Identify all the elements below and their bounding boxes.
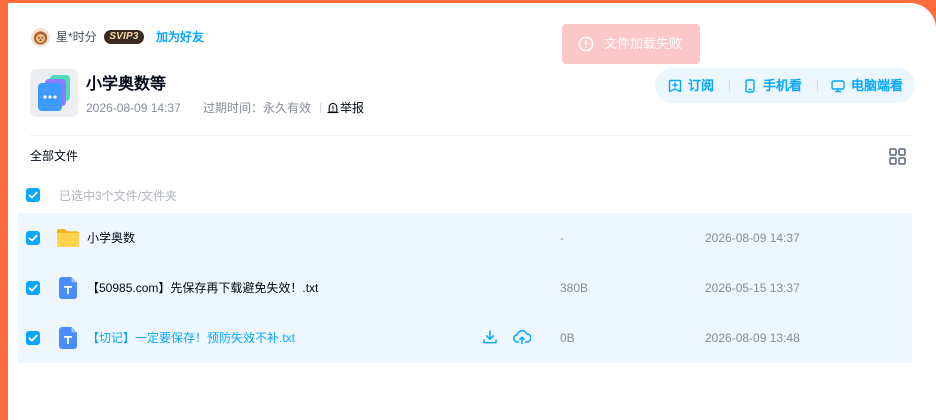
txt-file-icon — [59, 327, 77, 349]
view-on-phone-label: 手机看 — [763, 77, 803, 93]
file-size: 380B — [560, 281, 589, 295]
header-divider — [30, 135, 912, 136]
subscribe-label: 订阅 — [688, 77, 715, 93]
sharer-username: 星*时分 — [56, 30, 97, 44]
share-title: 小学奥数等 — [86, 76, 167, 93]
subscribe-icon — [668, 79, 682, 93]
table-row[interactable]: 【切记】一定要保存！预防失效不补.txt 0B 2026-08-09 13:48 — [18, 313, 912, 363]
lion-avatar-icon[interactable] — [31, 28, 50, 47]
shared-files-icon — [30, 69, 78, 117]
row-checkbox[interactable] — [26, 231, 40, 245]
share-actions: 订阅 手机看 电脑端看 — [655, 68, 915, 103]
desktop-icon — [831, 79, 845, 93]
share-page: 星*时分 SVIP3 加为好友 文件加载失败 小学奥数等 2026-08-09 … — [0, 0, 936, 420]
row-checkbox[interactable] — [26, 281, 40, 295]
view-on-desktop-label: 电脑端看 — [851, 77, 904, 93]
grid-view-icon[interactable] — [889, 148, 906, 165]
report-link[interactable]: 举报 — [340, 100, 364, 116]
alert-circle-icon — [578, 36, 594, 52]
file-size: - — [560, 231, 564, 245]
file-modified: 2026-05-15 13:37 — [705, 281, 800, 295]
action-divider — [817, 79, 819, 92]
file-modified: 2026-08-09 14:37 — [705, 231, 800, 245]
check-icon — [28, 234, 38, 242]
check-icon — [28, 284, 38, 292]
action-divider — [729, 79, 731, 92]
file-name[interactable]: 【50985.com】先保存再下载避免失效！.txt — [87, 280, 318, 296]
folder-icon — [56, 228, 80, 248]
select-all-checkbox[interactable] — [26, 188, 40, 202]
view-on-desktop-button[interactable]: 电脑端看 — [831, 78, 903, 94]
add-friend-link[interactable]: 加为好友 — [156, 29, 204, 45]
file-modified: 2026-08-09 13:48 — [705, 331, 800, 345]
subscribe-button[interactable]: 订阅 — [668, 78, 714, 94]
file-name[interactable]: 小学奥数 — [87, 230, 135, 246]
check-icon — [28, 334, 38, 342]
view-on-phone-button[interactable]: 手机看 — [743, 78, 802, 94]
share-created-time: 2026-08-09 14:37 — [86, 101, 181, 115]
file-list: 小学奥数 - 2026-08-09 14:37 【50985.com】先保存再下… — [18, 213, 912, 363]
download-icon[interactable] — [482, 329, 498, 345]
phone-icon — [743, 78, 757, 93]
selection-summary: 已选中3个文件/文件夹 — [59, 189, 178, 203]
error-toast: 文件加载失败 — [562, 24, 700, 64]
table-row[interactable]: 【50985.com】先保存再下载避免失效！.txt 380B 2026-05-… — [18, 263, 912, 313]
file-size: 0B — [560, 331, 575, 345]
row-checkbox[interactable] — [26, 331, 40, 345]
breadcrumb-all-files[interactable]: 全部文件 — [30, 148, 78, 164]
file-name[interactable]: 【切记】一定要保存！预防失效不补.txt — [87, 330, 295, 346]
svip-badge: SVIP3 — [104, 30, 144, 44]
save-to-cloud-icon[interactable] — [513, 329, 531, 345]
txt-file-icon — [59, 277, 77, 299]
table-row[interactable]: 小学奥数 - 2026-08-09 14:37 — [18, 213, 912, 263]
meta-divider — [320, 103, 321, 113]
report-icon[interactable] — [327, 101, 339, 114]
check-icon — [28, 191, 38, 199]
toast-message: 文件加载失败 — [604, 36, 683, 51]
share-expire-time: 过期时间：永久有效 — [203, 101, 312, 115]
